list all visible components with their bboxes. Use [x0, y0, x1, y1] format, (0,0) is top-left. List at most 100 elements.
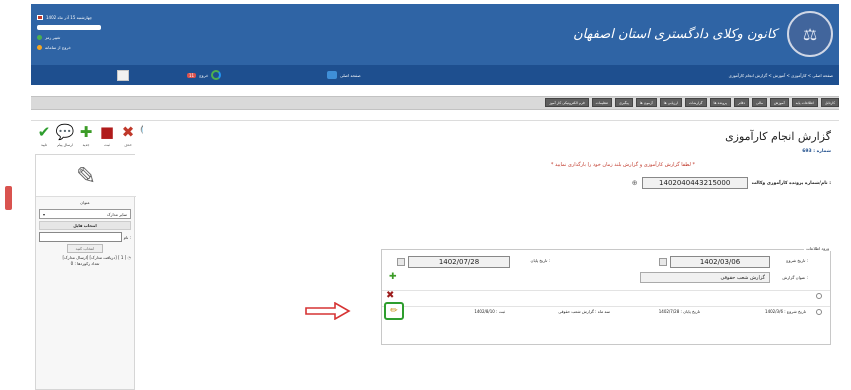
comment-button[interactable]: 💬 ارسال پیام	[55, 122, 75, 147]
delete-row-icon[interactable]: ✖	[386, 290, 394, 301]
header-banner: چهارشنبه 15 آذر ماه 1402 تغییر رمز خروج …	[31, 4, 839, 65]
start-calendar-icon[interactable]	[659, 258, 667, 266]
menu-item[interactable]: مالی	[752, 98, 767, 107]
file-section-header: انتخاب فایل	[39, 221, 131, 230]
confirm-label: تایید	[41, 143, 47, 147]
menubar: کارتابل اطلاعات پایه آموزش مالی دفاتر پرونده …	[31, 85, 839, 121]
choose-file-button[interactable]: انتخاب کنید	[67, 244, 103, 253]
user-name-row	[37, 22, 167, 32]
file-name-input[interactable]	[39, 232, 122, 242]
exit-icon	[37, 44, 42, 50]
start-date-field[interactable]: 1402/03/06	[670, 256, 770, 268]
header-radio[interactable]	[816, 293, 822, 299]
menu-item[interactable]: آزمون ها	[635, 98, 657, 107]
main-window: چهارشنبه 15 آذر ماه 1402 تغییر رمز خروج …	[31, 4, 839, 390]
delete-label: حذف	[124, 143, 132, 147]
chevron-down-icon: ▾	[43, 211, 46, 217]
exit-link[interactable]: خروج از سامانه	[45, 45, 71, 50]
file-name-row: نام :	[39, 232, 131, 242]
menu-item[interactable]: پیگیری	[615, 98, 633, 107]
pencil-icon: ✏	[390, 306, 398, 316]
row-start-date: تاریخ شروع : 1402/3/6	[765, 309, 806, 314]
add-row-icon[interactable]: ✚	[389, 272, 397, 282]
end-date-label: تاریخ پایان :	[530, 258, 550, 263]
report-title-field[interactable]: گزارش شعب حقوقی	[640, 272, 770, 283]
menu-items: کارتابل اطلاعات پایه آموزش مالی دفاتر پرونده …	[545, 98, 839, 107]
delete-button[interactable]: ✖ حذف	[119, 122, 137, 147]
case-code-field[interactable]: 1402040443215000	[641, 177, 748, 189]
page-root: چهارشنبه 15 آذر ماه 1402 تغییر رمز خروج …	[0, 0, 851, 390]
report-title-label: عنوان گزارش :	[782, 275, 808, 280]
brand: کانون وکلای دادگستری استان اصفهان ⚖	[573, 10, 833, 58]
data-entry-legend: ورود اطلاعات	[804, 246, 831, 251]
edit-row-button[interactable]: ✏	[384, 302, 404, 320]
menu-item[interactable]: دفاتر	[733, 98, 750, 107]
comment-label: ارسال پیام	[57, 143, 73, 147]
sidebar: ✎ عنوان ▾ سایر مدارک انتخاب فایل نام : ا…	[35, 154, 136, 390]
confirm-icon: ✔	[37, 122, 51, 141]
save-button[interactable]: ■ ثبت	[98, 122, 116, 147]
calendar-icon	[37, 14, 43, 20]
end-date-field[interactable]: 1402/07/28	[408, 256, 510, 268]
menu-item[interactable]: اطلاعات پایه	[791, 98, 818, 107]
logout-label: خروج	[199, 72, 209, 78]
logout-row[interactable]: خروج از سامانه	[37, 42, 167, 52]
menu-item[interactable]: فرم الکترونیکی کار آموز	[545, 98, 589, 107]
date-row: چهارشنبه 15 آذر ماه 1402	[37, 12, 167, 22]
menu-item[interactable]: پرونده ها	[709, 98, 731, 107]
document-type-select[interactable]: ▾ سایر مدارک	[39, 209, 131, 219]
change-password-link[interactable]: تغییر رمز	[45, 35, 60, 40]
data-entry-box: ورود اطلاعات تاریخ شروع : 1402/03/06 تار…	[381, 246, 831, 345]
start-date-label: تاریخ شروع :	[786, 258, 808, 263]
nav-logout-item[interactable]: 11 خروج	[187, 65, 222, 85]
breadcrumb-text: صفحه اصلی > کارآموزی > آموزش > گزارش انج…	[728, 72, 833, 78]
highlight-arrow-icon	[305, 302, 351, 320]
lookup-icon[interactable]: ⊕	[632, 179, 638, 187]
menu-item[interactable]: گزارشات	[684, 98, 707, 107]
breadcrumb: صفحه اصلی > کارآموزی > آموزش > گزارش انج…	[729, 65, 833, 85]
site-title: کانون وکلای دادگستری استان اصفهان	[573, 26, 777, 42]
save-icon: ■	[99, 122, 115, 141]
nav-page-icon-item[interactable]	[117, 65, 129, 85]
record-count: تعداد رکوردها : 0	[70, 261, 100, 266]
menu-item[interactable]: کارتابل	[820, 98, 839, 107]
menu-item[interactable]: ارزیابی ها	[659, 98, 682, 107]
user-name-redacted	[37, 24, 101, 30]
left-gutter	[0, 0, 31, 390]
home-icon	[327, 71, 337, 79]
navbar: 11 خروج صفحه اصلی صفحه اصلی > کارآموزی >…	[31, 65, 839, 85]
sidebar-title-label: عنوان	[80, 199, 90, 205]
row-radio[interactable]	[816, 309, 822, 315]
new-icon: ✚	[79, 122, 93, 141]
confirm-button[interactable]: ✔ تایید	[35, 122, 53, 147]
emblem-logo-icon: ⚖	[787, 11, 833, 57]
case-code-row: ⊕ 1402040443215000 نام/شماره پرونده کارآ…	[632, 177, 831, 189]
menubar-strip: کارتابل اطلاعات پایه آموزش مالی دفاتر پرونده …	[31, 96, 839, 110]
count-badge: 11	[187, 72, 197, 78]
change-password-row[interactable]: تغییر رمز	[37, 32, 167, 42]
row-subject: سه ماه : گزارش شعب حقوقی	[558, 309, 610, 314]
list-separator	[382, 290, 830, 291]
page-icon	[117, 69, 129, 81]
comment-icon: 💬	[55, 122, 75, 141]
documents-link[interactable]: [ارسال مدارک] [دریافت مدارک] [ 1 ] ◔	[39, 255, 132, 260]
case-code-label: نام/شماره پرونده کارآموزی وکالت :	[751, 180, 831, 186]
report-number: شماره : 693	[802, 149, 831, 154]
file-name-label: نام :	[123, 234, 131, 240]
date-text: چهارشنبه 15 آذر ماه 1402	[46, 14, 93, 20]
new-button[interactable]: ✚ جدید	[77, 122, 95, 147]
menu-item[interactable]: آموزش	[769, 98, 789, 107]
document-type-value: سایر مدارک	[106, 211, 127, 217]
side-tab-handle[interactable]	[5, 186, 12, 210]
upload-notice: * لطفا گزارش کارآموزی و گزارش بلند زمان …	[550, 162, 695, 168]
nav-home-item[interactable]: صفحه اصلی	[327, 65, 361, 85]
delete-icon: ✖	[121, 122, 135, 141]
home-label: صفحه اصلی	[340, 72, 361, 78]
list-separator-2	[382, 306, 830, 307]
row-end-date: تاریخ پایان : 1402/7/28	[658, 309, 700, 314]
row-registered: ثبت : 1402/8/10	[474, 309, 505, 314]
documents-icon: ✎	[36, 155, 136, 197]
menu-item[interactable]: تنظیمات	[591, 98, 613, 107]
documents-link-text[interactable]: [ارسال مدارک] [دریافت مدارک] [ 1 ]	[63, 255, 127, 260]
end-calendar-icon[interactable]	[397, 258, 405, 266]
